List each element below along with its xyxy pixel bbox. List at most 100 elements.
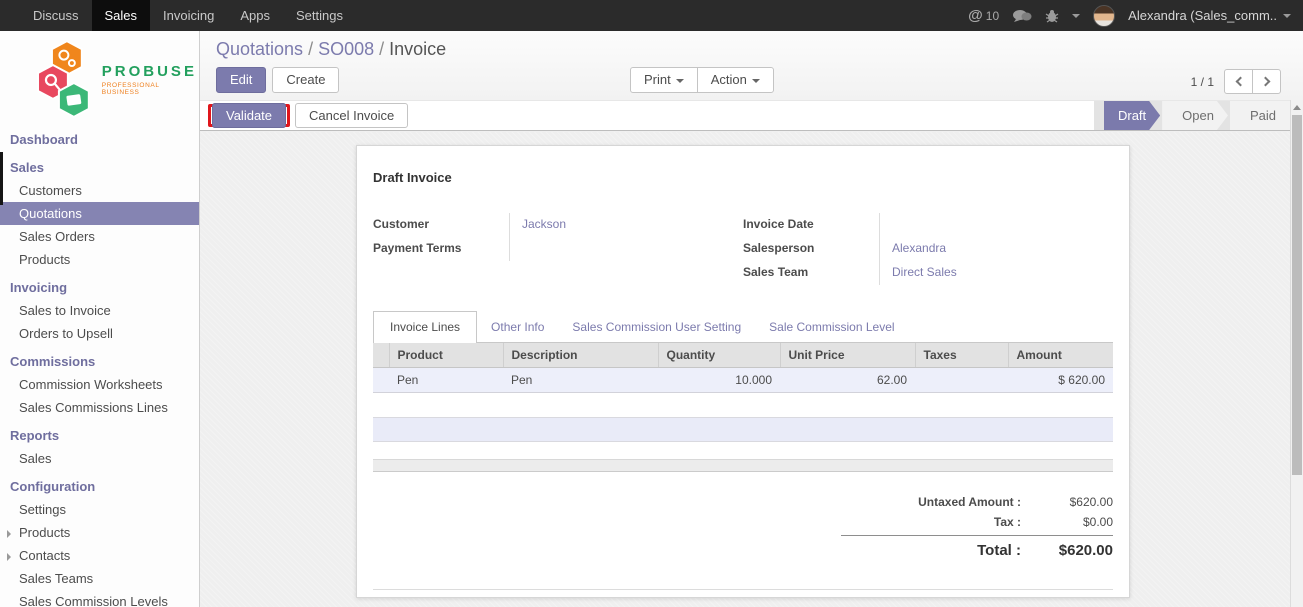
scrollbar-up-button[interactable] (1291, 100, 1303, 114)
debug-dropdown-caret-icon[interactable] (1072, 14, 1080, 18)
screen-edge-artifact (0, 152, 3, 205)
triangle-up-icon (1293, 105, 1301, 110)
invoice-lines-table: Product Description Quantity Unit Price … (373, 343, 1113, 393)
probuse-logo-hexagons (36, 39, 98, 119)
action-dropdown-button[interactable]: Action (697, 67, 774, 93)
sidebar-item-commission-worksheets[interactable]: Commission Worksheets (0, 373, 199, 396)
app-window: Discuss Sales Invoicing Apps Settings @ … (0, 0, 1303, 607)
expand-caret-icon[interactable] (7, 530, 11, 538)
sidebar-item-orders-to-upsell[interactable]: Orders to Upsell (0, 322, 199, 345)
invoice-date-value[interactable] (879, 213, 1113, 237)
control-panel: Quotations/SO008/Invoice Edit Create Pri… (200, 31, 1303, 100)
sidebar-item-sales-teams[interactable]: Sales Teams (0, 567, 199, 590)
sales-team-value-link[interactable]: Direct Sales (879, 261, 1113, 285)
sidebar-item-customers[interactable]: Customers (0, 179, 199, 202)
menu-apps[interactable]: Apps (227, 0, 283, 31)
salesperson-value-link[interactable]: Alexandra (879, 237, 1113, 261)
cancel-invoice-button[interactable]: Cancel Invoice (295, 103, 408, 128)
tab-sale-commission-level[interactable]: Sale Commission Level (755, 312, 908, 342)
sheet-bottom-divider (373, 589, 1113, 590)
user-avatar[interactable] (1093, 5, 1115, 27)
vertical-scrollbar[interactable] (1290, 100, 1303, 607)
app-menus: Discuss Sales Invoicing Apps Settings (0, 0, 356, 31)
column-quantity[interactable]: Quantity (658, 343, 780, 368)
sidebar-item-quotations[interactable]: Quotations (0, 202, 199, 225)
sidebar-item-config-products[interactable]: Products (0, 521, 199, 544)
menu-sales[interactable]: Sales (92, 0, 151, 31)
status-step-draft[interactable]: Draft (1104, 101, 1160, 130)
validate-button[interactable]: Validate (212, 103, 286, 128)
column-product[interactable]: Product (389, 343, 503, 368)
chat-icon[interactable] (1012, 9, 1032, 23)
top-navigation-bar: Discuss Sales Invoicing Apps Settings @ … (0, 0, 1303, 31)
cell-amount[interactable]: $ 620.00 (1008, 368, 1113, 393)
action-buttons: Print Action (630, 67, 774, 93)
sidebar-item-config-contacts[interactable]: Contacts (0, 544, 199, 567)
menu-settings[interactable]: Settings (283, 0, 356, 31)
field-group-left: Customer Jackson Payment Terms (373, 213, 743, 285)
sidebar-item-settings[interactable]: Settings (0, 498, 199, 521)
row-handle-column (373, 343, 389, 368)
column-description[interactable]: Description (503, 343, 658, 368)
sidebar-item-label: Products (19, 525, 70, 540)
total-label: Total : (841, 542, 1035, 559)
customer-value-link[interactable]: Jackson (509, 213, 743, 237)
column-unit-price[interactable]: Unit Price (780, 343, 915, 368)
column-amount[interactable]: Amount (1008, 343, 1113, 368)
cell-quantity[interactable]: 10.000 (658, 368, 780, 393)
cell-taxes[interactable] (915, 368, 1008, 393)
table-row[interactable]: Pen Pen 10.000 62.00 $ 620.00 (373, 368, 1113, 393)
sidebar-item-sales-to-invoice[interactable]: Sales to Invoice (0, 299, 199, 322)
create-button[interactable]: Create (272, 67, 339, 93)
menu-discuss[interactable]: Discuss (20, 0, 92, 31)
sidebar-item-label: Contacts (19, 548, 70, 563)
sidebar-item-sales-commission-levels[interactable]: Sales Commission Levels (0, 590, 199, 607)
sidebar-item-sales-orders[interactable]: Sales Orders (0, 225, 199, 248)
sales-team-label: Sales Team (743, 261, 879, 285)
status-step-open[interactable]: Open (1162, 101, 1228, 130)
invoice-sheet: Draft Invoice Customer Jackson Payment T… (356, 145, 1130, 598)
column-taxes[interactable]: Taxes (915, 343, 1008, 368)
sidebar-item-sales-commissions-lines[interactable]: Sales Commissions Lines (0, 396, 199, 419)
print-dropdown-button[interactable]: Print (630, 67, 698, 93)
user-menu[interactable]: Alexandra (Sales_comm.. (1128, 8, 1291, 23)
breadcrumb-link-quotations[interactable]: Quotations (216, 39, 303, 59)
breadcrumb-link-so008[interactable]: SO008 (318, 39, 374, 59)
sidebar-header-sales[interactable]: Sales (0, 156, 199, 179)
sidebar-header-commissions[interactable]: Commissions (0, 350, 199, 373)
chevron-right-icon (1260, 77, 1270, 87)
menu-invoicing[interactable]: Invoicing (150, 0, 227, 31)
cell-unit-price[interactable]: 62.00 (780, 368, 915, 393)
payment-terms-value[interactable] (509, 237, 743, 261)
pager-previous-button[interactable] (1224, 69, 1253, 94)
total-value: $620.00 (1035, 542, 1113, 559)
mention-counter[interactable]: @ 10 (968, 7, 999, 24)
tab-invoice-lines[interactable]: Invoice Lines (373, 311, 477, 343)
sidebar-header-dashboard[interactable]: Dashboard (0, 128, 199, 151)
sidebar-item-products[interactable]: Products (0, 248, 199, 271)
probuse-logo-text: PROBUSE PROFESSIONAL BUSINESS (102, 63, 199, 96)
cell-product[interactable]: Pen (389, 368, 503, 393)
user-dropdown-caret-icon (1283, 14, 1291, 18)
status-bar: Validate Cancel Invoice Draft Open Paid (200, 100, 1303, 131)
table-header-row: Product Description Quantity Unit Price … (373, 343, 1113, 368)
sidebar-item-reports-sales[interactable]: Sales (0, 447, 199, 470)
sidebar-header-configuration[interactable]: Configuration (0, 475, 199, 498)
status-step-paid[interactable]: Paid (1230, 101, 1290, 130)
chevron-left-icon (1235, 77, 1245, 87)
pager-next-button[interactable] (1252, 69, 1281, 94)
bug-icon[interactable] (1045, 9, 1059, 23)
tab-sales-commission-user-setting[interactable]: Sales Commission User Setting (558, 312, 755, 342)
sidebar-header-invoicing[interactable]: Invoicing (0, 276, 199, 299)
tax-label: Tax : (841, 515, 1035, 529)
horizontal-scrollbar-strip[interactable] (373, 459, 1113, 472)
expand-caret-icon[interactable] (7, 553, 11, 561)
breadcrumb: Quotations/SO008/Invoice (216, 39, 1287, 60)
sidebar-header-reports[interactable]: Reports (0, 424, 199, 447)
cell-description[interactable]: Pen (503, 368, 658, 393)
edit-button[interactable]: Edit (216, 67, 266, 93)
salesperson-label: Salesperson (743, 237, 879, 261)
scrollbar-thumb[interactable] (1292, 115, 1302, 475)
form-view-background: Draft Invoice Customer Jackson Payment T… (200, 132, 1303, 607)
tab-other-info[interactable]: Other Info (477, 312, 558, 342)
